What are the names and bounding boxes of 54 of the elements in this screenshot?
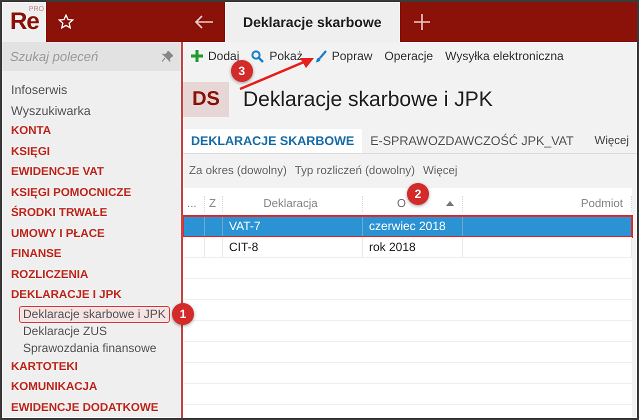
- callout-badge: 2: [407, 183, 429, 205]
- back-arrow-icon[interactable]: [194, 15, 214, 29]
- column-header[interactable]: Z: [209, 198, 216, 210]
- sidebar-section[interactable]: KONTA: [11, 121, 181, 142]
- sidebar-section[interactable]: UMOWY I PŁACE: [11, 224, 181, 244]
- more-button[interactable]: Więcej: [586, 129, 637, 153]
- search-input[interactable]: Szukaj poleceń: [8, 48, 162, 65]
- sidebar-section[interactable]: KSIĘGI: [11, 142, 181, 162]
- tab[interactable]: E-SPRAWOZDAWCZOŚĆ JPK_VAT: [362, 129, 582, 153]
- brush-icon: [314, 50, 327, 62]
- toolbar-button[interactable]: Wysyłka elektroniczna: [445, 49, 564, 63]
- column-header[interactable]: Podmiot: [580, 198, 623, 210]
- sidebar-section[interactable]: FINANSE: [11, 244, 181, 264]
- sidebar-item[interactable]: Deklaracje skarbowe i JPK: [19, 306, 170, 322]
- page-badge: DS: [183, 82, 229, 117]
- sort-up-icon: [446, 201, 454, 206]
- tab[interactable]: Deklaracje skarbowe: [225, 2, 400, 42]
- plus-icon: [191, 50, 203, 62]
- page-title: Deklaracje skarbowe i JPK: [243, 88, 493, 112]
- pin-icon[interactable]: [162, 51, 173, 62]
- column-header[interactable]: Deklaracja: [263, 198, 318, 210]
- search-field[interactable]: Szukaj poleceń: [2, 42, 181, 71]
- sidebar-section[interactable]: EWIDENCJE DODATKOWE: [11, 398, 181, 418]
- toolbar-button[interactable]: Dodaj: [191, 49, 240, 63]
- column-header[interactable]: O: [397, 198, 406, 210]
- sidebar-item[interactable]: Infoserwis: [11, 80, 181, 100]
- callout-badge: 1: [172, 302, 194, 324]
- table-cell: VAT-7: [223, 216, 363, 236]
- toolbar-button[interactable]: Pokaż: [251, 49, 303, 63]
- plus-icon[interactable]: [414, 14, 430, 30]
- filter-button[interactable]: Typ rozliczeń (dowolny): [294, 162, 415, 180]
- sidebar-section[interactable]: ŚRODKI TRWAŁE: [11, 203, 181, 224]
- table-cell: CIT-8: [223, 237, 363, 257]
- filter-button[interactable]: Więcej: [422, 162, 458, 180]
- callout-badge: 3: [230, 60, 253, 82]
- sidebar-section[interactable]: ROZLICZENIA: [11, 264, 181, 285]
- sidebar-item[interactable]: Wyszukiwarka: [11, 100, 181, 121]
- filter-button[interactable]: Za okres (dowolny): [189, 162, 287, 180]
- sidebar-section[interactable]: EWIDENCJE VAT: [11, 162, 181, 182]
- sidebar-section[interactable]: KSIĘGI POMOCNICZE: [11, 182, 181, 203]
- tab[interactable]: DEKLARACJE SKARBOWE: [183, 129, 362, 153]
- sidebar-section[interactable]: KOMUNIKACJA: [11, 377, 181, 398]
- toolbar-button[interactable]: Operacje: [384, 49, 434, 63]
- sidebar-item[interactable]: Deklaracje ZUS: [19, 322, 112, 340]
- sidebar-section[interactable]: KARTOTEKI: [11, 356, 181, 377]
- table-row[interactable]: CIT-8 rok 2018: [183, 237, 632, 258]
- table-row[interactable]: VAT-7 czerwiec 2018: [183, 216, 632, 237]
- star-icon[interactable]: [58, 14, 74, 30]
- sidebar-item[interactable]: Sprawozdania finansowe: [19, 340, 160, 356]
- sidebar-section[interactable]: DEKLARACJE I JPK: [11, 285, 181, 306]
- table-cell: rok 2018: [363, 237, 463, 257]
- column-header[interactable]: ...: [187, 198, 197, 210]
- table-cell: czerwiec 2018: [363, 216, 463, 236]
- search-icon: [251, 50, 264, 62]
